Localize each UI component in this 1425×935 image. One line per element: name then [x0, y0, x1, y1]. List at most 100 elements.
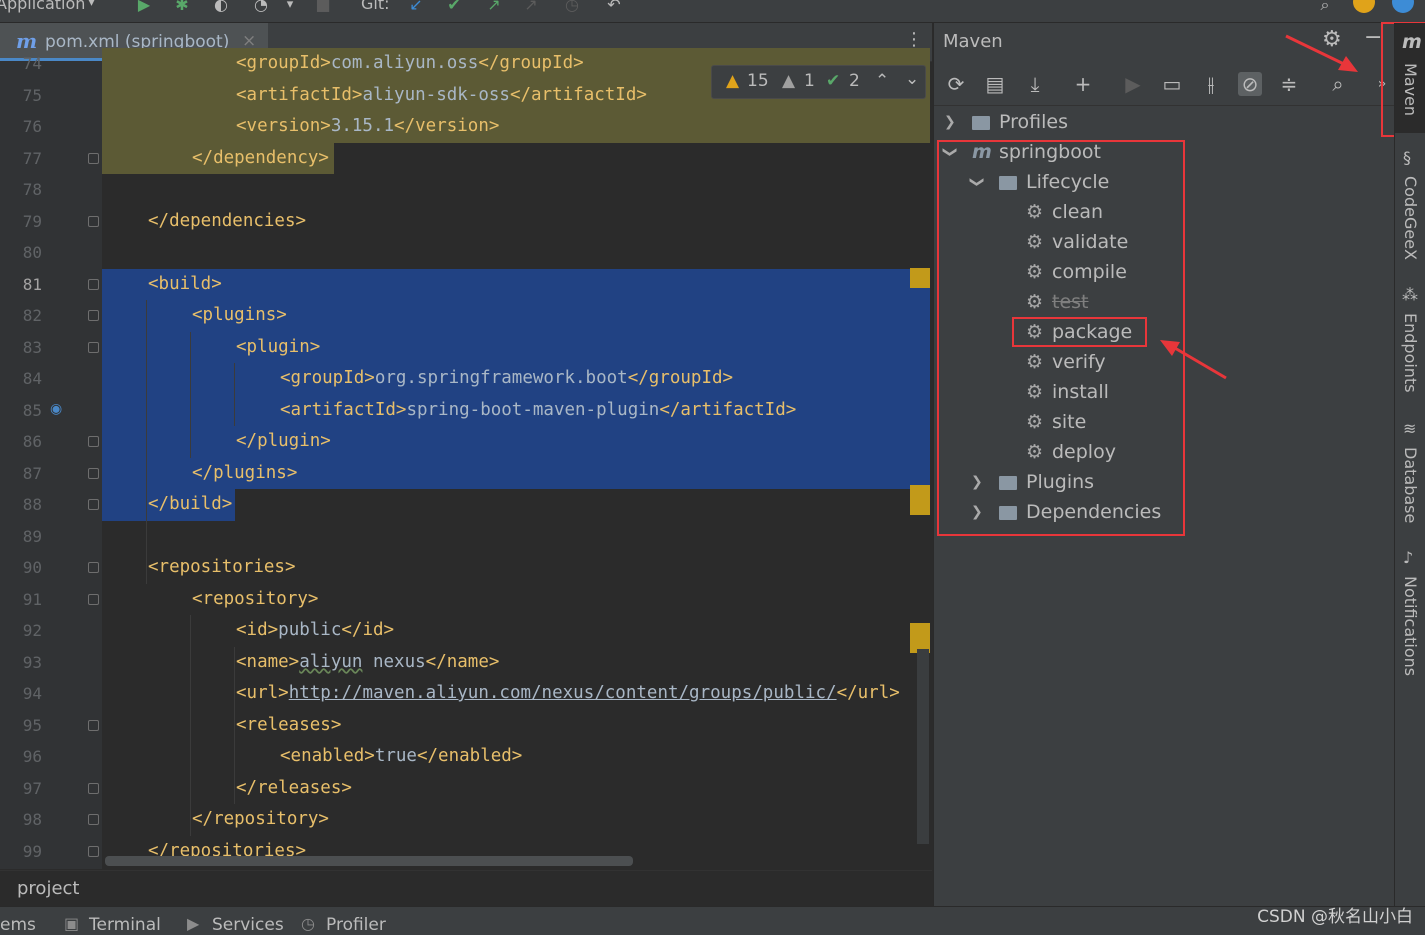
- line-number[interactable]: 83: [0, 332, 42, 363]
- code-area[interactable]: <groupId>com.aliyun.oss</groupId> <artifa…: [102, 48, 932, 869]
- implemented-icon[interactable]: ◉: [50, 401, 62, 417]
- code-line[interactable]: <name>aliyun nexus</name>: [236, 647, 499, 678]
- error-stripe-marker[interactable]: [910, 485, 930, 515]
- update-icon[interactable]: [1353, 0, 1375, 13]
- git-history-icon[interactable]: ↗: [520, 0, 542, 16]
- skip-tests-icon[interactable]: ⊘: [1238, 72, 1262, 96]
- code-line[interactable]: <repository>: [192, 584, 318, 615]
- fold-marker-icon[interactable]: [88, 845, 99, 857]
- history-icon[interactable]: ◷: [561, 0, 583, 16]
- tool-tab-endpoints[interactable]: ⁂ Endpoints: [1395, 285, 1425, 415]
- fold-marker-icon[interactable]: [88, 562, 99, 573]
- chevron-right-icon[interactable]: ❯: [944, 107, 956, 137]
- more-icon[interactable]: ▾: [279, 0, 301, 16]
- code-line[interactable]: <url>http://maven.aliyun.com/nexus/conte…: [236, 678, 900, 709]
- search-icon[interactable]: ⌕: [1314, 0, 1336, 16]
- inspection-widget[interactable]: ▲ 15 ▲ 1 ✔ 2 ⌃ ⌄: [711, 65, 926, 99]
- chevron-up-icon[interactable]: ⌃: [875, 71, 889, 91]
- fold-marker-icon[interactable]: [88, 310, 99, 321]
- fold-marker-icon[interactable]: [88, 215, 99, 227]
- line-number[interactable]: 97: [0, 773, 42, 804]
- horizontal-scrollbar[interactable]: [105, 856, 633, 866]
- line-number[interactable]: 88: [0, 489, 42, 520]
- line-number[interactable]: 86: [0, 426, 42, 457]
- line-number[interactable]: 98: [0, 804, 42, 835]
- line-number[interactable]: 75: [0, 80, 42, 111]
- profile-icon[interactable]: ◔: [250, 0, 272, 16]
- code-line[interactable]: <groupId>org.springframework.boot</group…: [280, 363, 733, 394]
- reload-icon[interactable]: ⟳: [944, 72, 968, 96]
- code-line[interactable]: <version>3.15.1</version>: [236, 111, 499, 142]
- line-number[interactable]: 80: [0, 237, 42, 268]
- code-line[interactable]: <plugin>: [236, 332, 320, 363]
- fold-marker-icon[interactable]: [88, 278, 99, 290]
- git-commit-icon[interactable]: ✔: [443, 0, 465, 16]
- git-update-icon[interactable]: ↙: [405, 0, 427, 16]
- run-icon[interactable]: ▶: [1121, 72, 1145, 96]
- code-line[interactable]: </dependency>: [192, 143, 329, 174]
- line-number[interactable]: 99: [0, 836, 42, 867]
- tool-tab-services[interactable]: Services: [212, 915, 284, 935]
- line-number[interactable]: 78: [0, 174, 42, 205]
- stop-icon[interactable]: ■: [312, 0, 334, 16]
- line-number[interactable]: 84: [0, 363, 42, 394]
- line-number[interactable]: 81: [0, 269, 42, 300]
- line-number[interactable]: 77: [0, 143, 42, 174]
- line-number[interactable]: 79: [0, 206, 42, 237]
- fold-marker-icon[interactable]: [88, 719, 99, 731]
- line-number[interactable]: 89: [0, 521, 42, 552]
- code-line[interactable]: </dependencies>: [148, 206, 306, 237]
- fold-marker-icon[interactable]: [88, 436, 99, 447]
- fold-marker-icon[interactable]: [88, 467, 99, 479]
- fold-marker-icon[interactable]: [88, 499, 99, 510]
- line-number[interactable]: 74: [0, 48, 42, 79]
- tool-tab-database[interactable]: ≋ Database: [1395, 419, 1425, 549]
- generate-sources-icon[interactable]: ▤: [983, 72, 1007, 96]
- tool-tab-maven[interactable]: m Maven: [1395, 23, 1425, 133]
- fold-marker-icon[interactable]: [88, 152, 99, 164]
- fold-marker-icon[interactable]: [88, 341, 99, 353]
- tool-tab-terminal[interactable]: Terminal: [89, 915, 161, 935]
- line-number[interactable]: 91: [0, 584, 42, 615]
- code-line[interactable]: <repositories>: [148, 552, 296, 583]
- vertical-scrollbar[interactable]: [917, 649, 929, 844]
- line-number[interactable]: 94: [0, 678, 42, 709]
- line-number[interactable]: 85: [0, 395, 42, 426]
- code-line[interactable]: </plugins>: [192, 458, 297, 489]
- debug-icon[interactable]: ✱: [171, 0, 193, 16]
- code-line[interactable]: </build>: [148, 489, 232, 520]
- code-line[interactable]: <groupId>com.aliyun.oss</groupId>: [236, 48, 584, 79]
- url-link[interactable]: http://maven.aliyun.com/nexus/content/gr…: [289, 683, 837, 703]
- fold-marker-icon[interactable]: [88, 814, 99, 825]
- tool-tab-notifications[interactable]: ♪ Notifications: [1395, 548, 1425, 698]
- code-line[interactable]: <artifactId>aliyun-sdk-oss</artifactId>: [236, 80, 647, 111]
- code-line[interactable]: <build>: [148, 269, 222, 300]
- code-line[interactable]: </plugin>: [236, 426, 331, 457]
- execute-goal-icon[interactable]: ▭: [1160, 72, 1184, 96]
- line-number[interactable]: 90: [0, 552, 42, 583]
- download-icon[interactable]: ⤓: [1023, 72, 1047, 96]
- breadcrumb-item[interactable]: project: [17, 878, 79, 899]
- code-line[interactable]: <plugins>: [192, 300, 287, 331]
- tool-tab-profiler[interactable]: Profiler: [326, 915, 386, 935]
- line-number[interactable]: 76: [0, 111, 42, 142]
- fold-marker-icon[interactable]: [88, 782, 99, 794]
- run-config-selector[interactable]: Application: [0, 0, 85, 13]
- add-icon[interactable]: +: [1071, 72, 1095, 96]
- toggle-offline-icon[interactable]: ⫲: [1199, 72, 1223, 96]
- rollback-icon[interactable]: ↶: [603, 0, 625, 16]
- line-number[interactable]: 92: [0, 615, 42, 646]
- more-vertical-icon[interactable]: ⋮: [905, 29, 923, 50]
- tool-tab-problems[interactable]: ems: [0, 915, 36, 935]
- code-line[interactable]: <artifactId>spring-boot-maven-plugin</ar…: [280, 395, 796, 426]
- code-line[interactable]: </releases>: [236, 773, 352, 804]
- jetbrains-icon[interactable]: [1392, 0, 1414, 13]
- line-number[interactable]: 93: [0, 647, 42, 678]
- run-icon[interactable]: ▶: [133, 0, 155, 16]
- coverage-icon[interactable]: ◐: [210, 0, 232, 16]
- code-line[interactable]: <id>public</id>: [236, 615, 394, 646]
- line-number[interactable]: 96: [0, 741, 42, 772]
- line-number[interactable]: 82: [0, 300, 42, 331]
- line-number[interactable]: 95: [0, 710, 42, 741]
- code-line[interactable]: <enabled>true</enabled>: [280, 741, 522, 772]
